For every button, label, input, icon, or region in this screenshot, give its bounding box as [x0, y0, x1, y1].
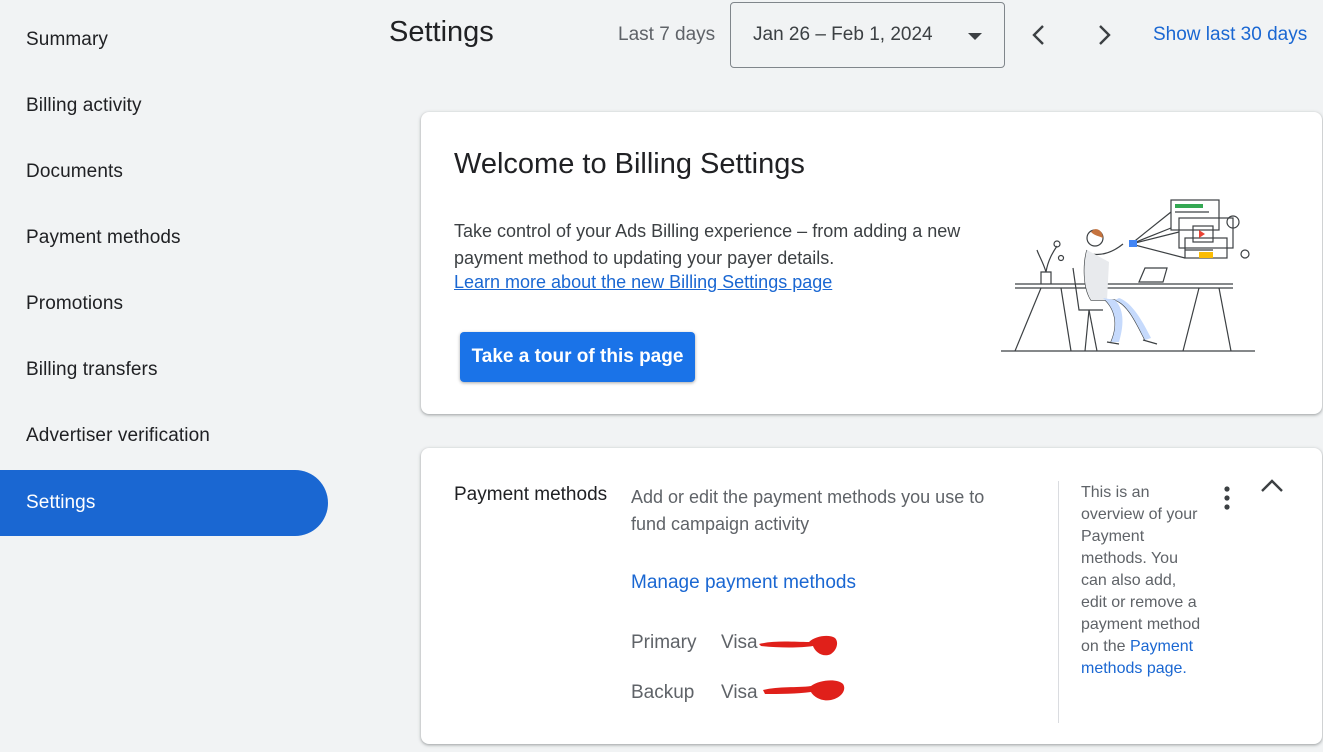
manage-payment-methods-link[interactable]: Manage payment methods — [631, 572, 856, 594]
backup-label: Backup — [631, 682, 695, 703]
previous-period-button[interactable] — [1026, 22, 1052, 48]
chevron-left-icon — [1032, 25, 1044, 45]
date-range-select[interactable]: Jan 26 – Feb 1, 2024 — [730, 2, 1005, 68]
billing-illustration — [1001, 199, 1255, 352]
primary-label: Primary — [631, 632, 697, 653]
payment-methods-card: Payment methods Add or edit the payment … — [421, 448, 1322, 744]
payment-methods-description: Add or edit the payment methods you use … — [631, 487, 985, 534]
primary-card-value: Visa — [721, 632, 758, 653]
welcome-card: Welcome to Billing Settings Take control… — [421, 112, 1322, 414]
dropdown-caret-icon — [968, 33, 982, 40]
page-title: Settings — [389, 16, 494, 48]
sidebar-item-billing-transfers[interactable]: Billing transfers — [0, 337, 328, 403]
next-period-button[interactable] — [1091, 22, 1117, 48]
card-divider — [1058, 481, 1059, 723]
more-options-button[interactable] — [1217, 484, 1237, 512]
sidebar-item-label: Advertiser verification — [26, 425, 210, 446]
show-last-30-days-link[interactable]: Show last 30 days — [1153, 24, 1307, 46]
welcome-description: Take control of your Ads Billing experie… — [454, 221, 961, 268]
sidebar-item-advertiser-verification[interactable]: Advertiser verification — [0, 403, 328, 469]
sidebar-item-settings[interactable]: Settings — [0, 470, 328, 536]
sidebar-item-label: Billing activity — [26, 95, 142, 116]
sidebar-item-summary[interactable]: Summary — [0, 7, 328, 73]
sidebar-item-label: Promotions — [26, 293, 124, 314]
backup-card-value: Visa — [721, 682, 758, 703]
help-text: This is an overview of your Payment meth… — [1081, 484, 1201, 655]
sidebar-item-promotions[interactable]: Promotions — [0, 271, 328, 337]
redaction-scribble — [763, 680, 845, 701]
payment-methods-title: Payment methods — [454, 484, 608, 505]
sidebar-item-label: Summary — [26, 29, 108, 50]
sidebar-item-label: Settings — [26, 492, 96, 513]
chevron-up-icon — [1261, 479, 1283, 492]
redaction-scribble — [759, 635, 838, 656]
sidebar: Summary Billing activity Documents Payme… — [0, 0, 340, 752]
sidebar-item-billing-activity[interactable]: Billing activity — [0, 73, 328, 139]
sidebar-item-label: Payment methods — [26, 227, 181, 248]
date-range-label: Last 7 days — [618, 24, 716, 45]
take-tour-button[interactable]: Take a tour of this page — [460, 332, 695, 382]
date-range-value: Jan 26 – Feb 1, 2024 — [753, 24, 933, 45]
payment-methods-help: This is an overview of your Payment meth… — [1081, 482, 1205, 680]
learn-more-link[interactable]: Learn more about the new Billing Setting… — [454, 272, 832, 293]
sidebar-item-label: Billing transfers — [26, 359, 158, 380]
chevron-right-icon — [1099, 25, 1111, 45]
welcome-title: Welcome to Billing Settings — [454, 148, 805, 180]
more-vert-icon — [1224, 486, 1230, 510]
sidebar-item-label: Documents — [26, 161, 123, 182]
sidebar-item-documents[interactable]: Documents — [0, 139, 328, 205]
sidebar-item-payment-methods[interactable]: Payment methods — [0, 205, 328, 271]
collapse-button[interactable] — [1259, 476, 1285, 496]
